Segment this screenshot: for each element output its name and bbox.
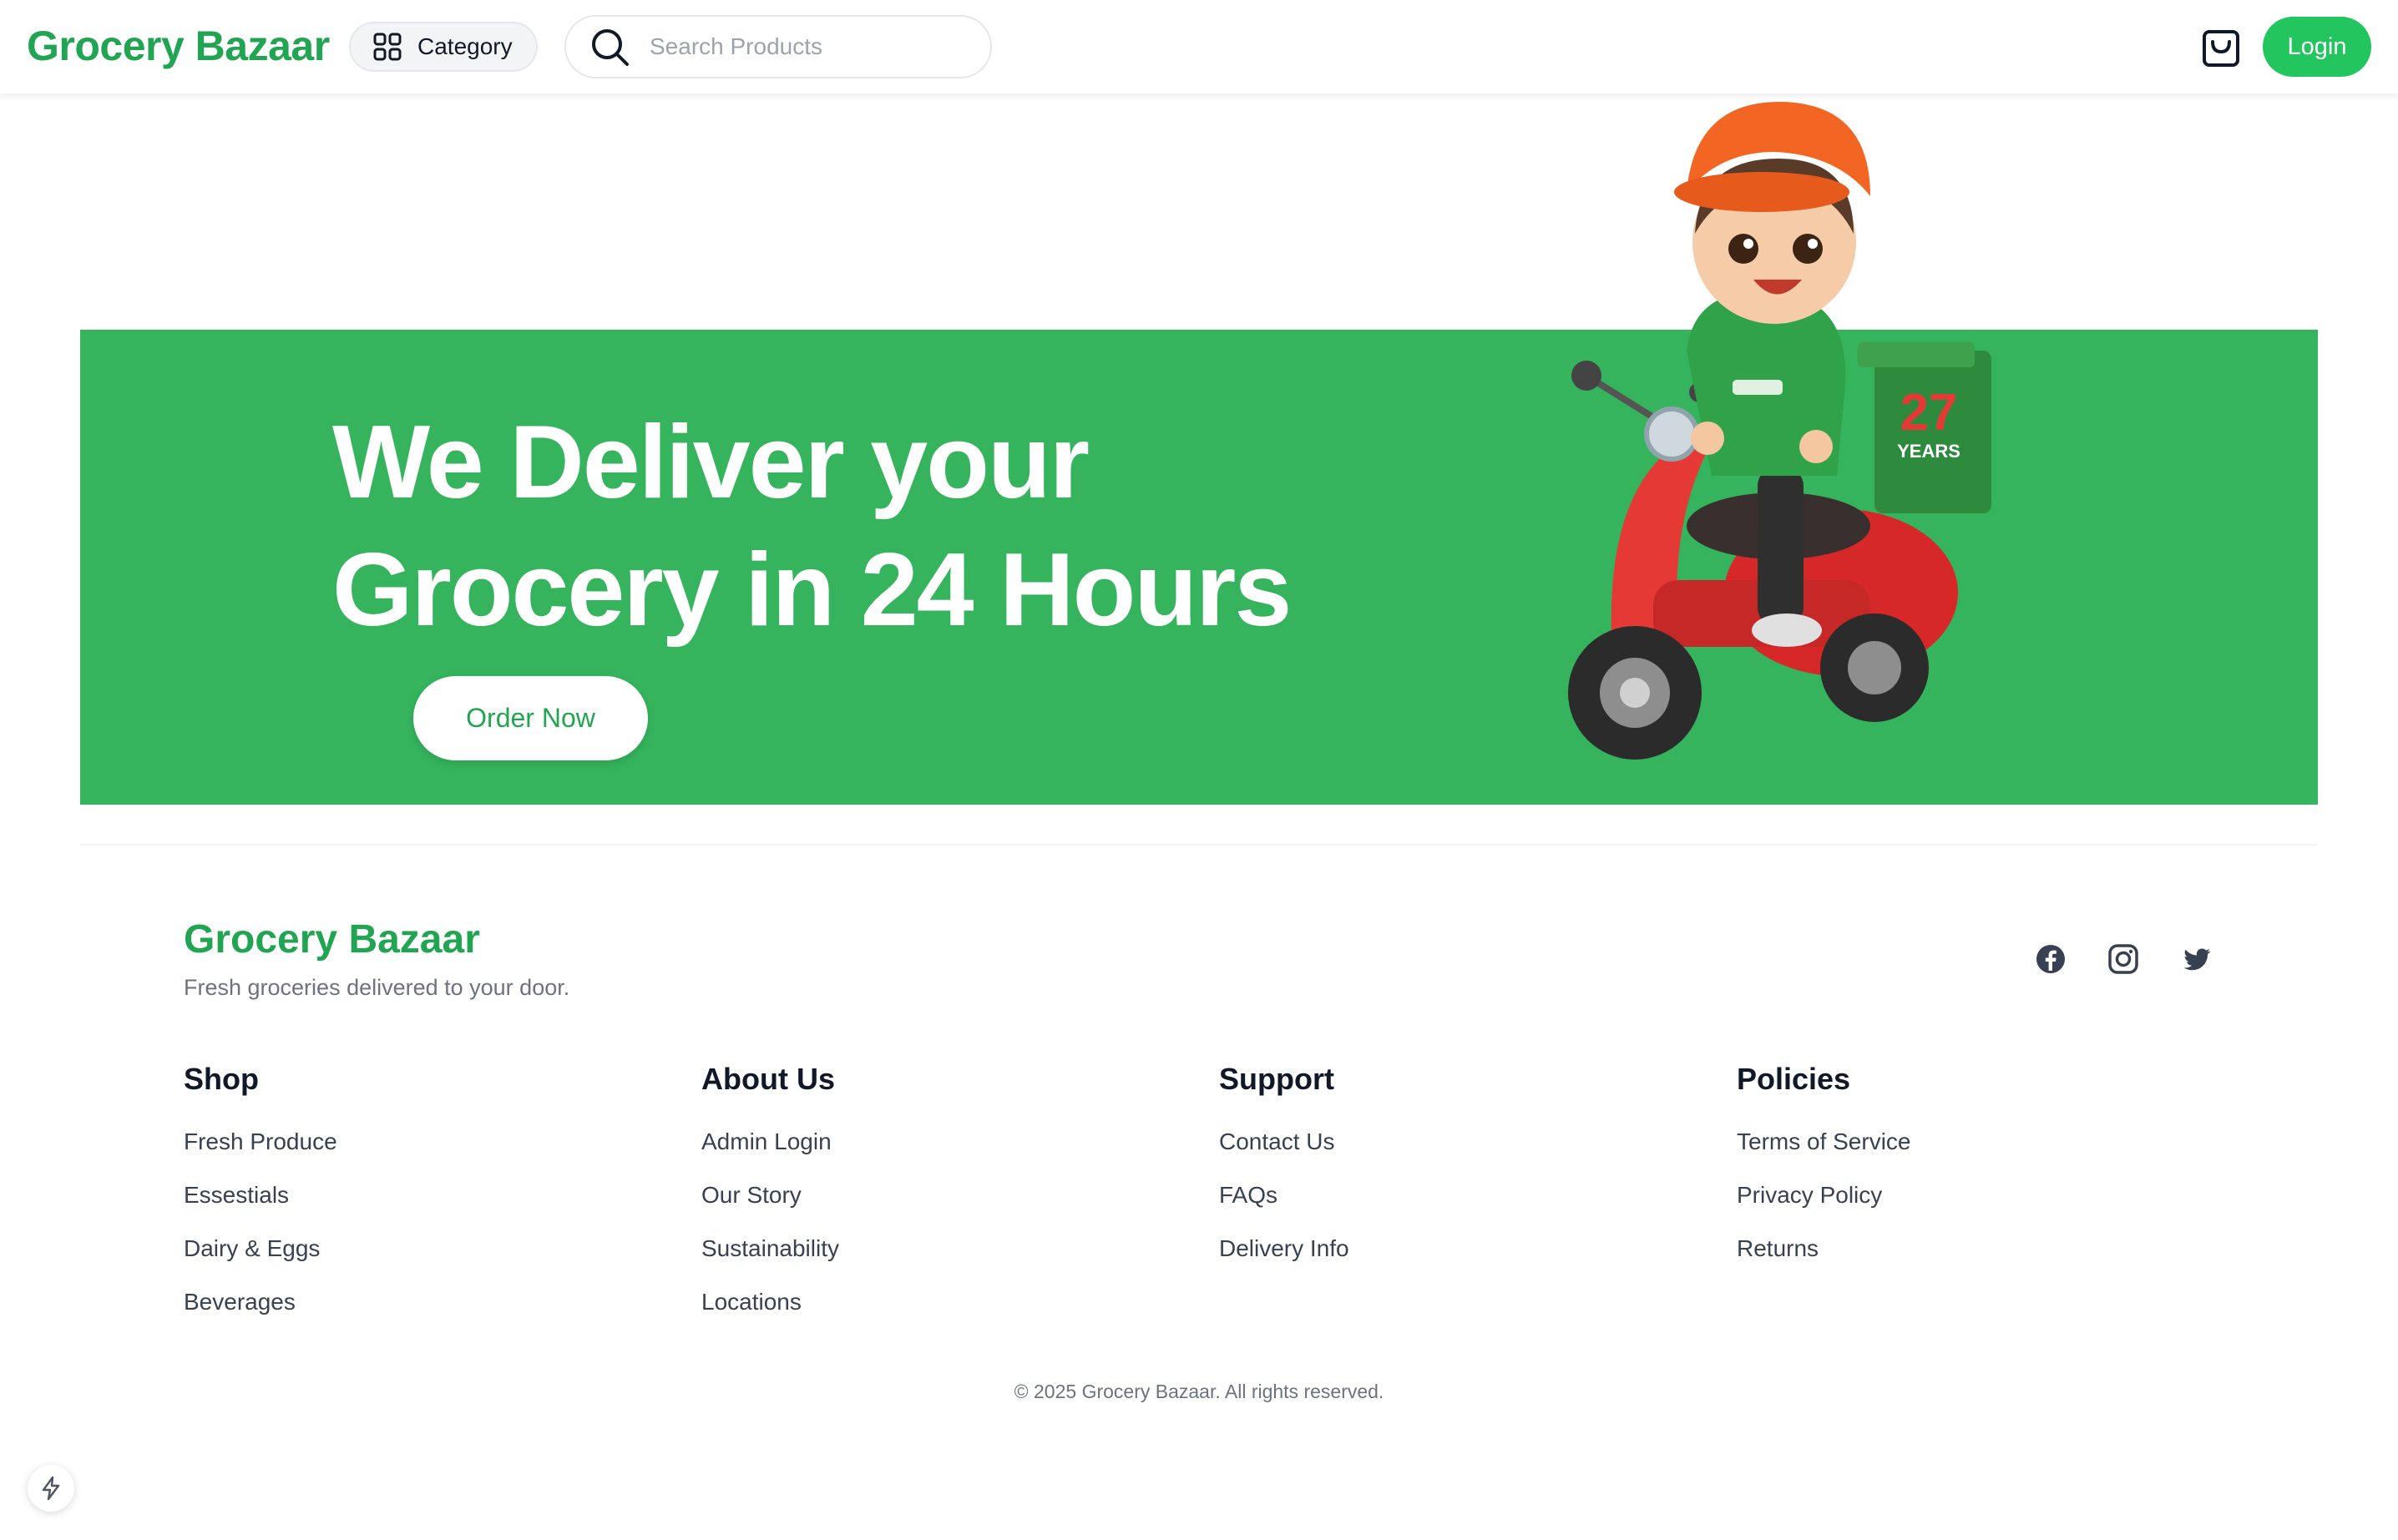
footer-link[interactable]: Beverages bbox=[184, 1289, 337, 1342]
hero-title-line-2: Grocery in 24 Hours bbox=[332, 533, 1292, 648]
footer-column-title: Support bbox=[1219, 1062, 1334, 1096]
copyright-text: © 2025 Grocery Bazaar. All rights reserv… bbox=[1014, 1381, 1384, 1402]
footer-link[interactable]: Delivery Info bbox=[1219, 1235, 1349, 1289]
login-button[interactable]: Login bbox=[2263, 17, 2371, 77]
footer-tagline: Fresh groceries delivered to your door. bbox=[184, 975, 570, 1000]
category-button[interactable]: Category bbox=[349, 22, 538, 72]
box-number: 27 bbox=[1900, 384, 1958, 442]
search-icon bbox=[592, 29, 629, 66]
footer-column-about: About Us Admin Login Our Story Sustainab… bbox=[701, 1062, 839, 1342]
grid-icon bbox=[373, 33, 402, 61]
footer-link[interactable]: Our Story bbox=[701, 1182, 839, 1235]
footer-link[interactable]: Sustainability bbox=[701, 1235, 839, 1289]
footer-link[interactable]: FAQs bbox=[1219, 1182, 1349, 1235]
dev-tools-button[interactable] bbox=[28, 1465, 74, 1512]
footer-link[interactable]: Contact Us bbox=[1219, 1128, 1349, 1182]
lightning-icon bbox=[42, 1476, 60, 1501]
delivery-box: 27 YEARS bbox=[1858, 342, 1991, 513]
footer-brand[interactable]: Grocery Bazaar bbox=[184, 916, 480, 962]
footer-link[interactable]: Dairy & Eggs bbox=[184, 1235, 337, 1289]
footer-column-title: Shop bbox=[184, 1062, 259, 1096]
footer-link[interactable]: Admin Login bbox=[701, 1128, 839, 1182]
footer-link[interactable]: Privacy Policy bbox=[1737, 1182, 1911, 1235]
site-header: Grocery Bazaar Category Login bbox=[0, 0, 2398, 93]
delivery-rider-illustration: 27 YEARS bbox=[1568, 101, 1991, 760]
footer-link[interactable]: Locations bbox=[701, 1289, 839, 1342]
search-input[interactable] bbox=[648, 33, 969, 61]
category-label: Category bbox=[417, 33, 513, 59]
footer-column-title: Policies bbox=[1737, 1062, 1851, 1096]
footer-link[interactable]: Fresh Produce bbox=[184, 1128, 337, 1182]
hero-title: We Deliver your Grocery in 24 Hours bbox=[332, 399, 1418, 654]
footer-link[interactable]: Essestials bbox=[184, 1182, 337, 1235]
search-bar[interactable] bbox=[564, 15, 992, 78]
footer-link[interactable]: Terms of Service bbox=[1737, 1128, 1911, 1182]
footer-column-policies: Policies Terms of Service Privacy Policy… bbox=[1737, 1062, 1911, 1289]
shopping-bag-icon[interactable] bbox=[2201, 25, 2241, 68]
footer-column-shop: Shop Fresh Produce Essestials Dairy & Eg… bbox=[184, 1062, 337, 1342]
hero-title-line-1: We Deliver your bbox=[332, 405, 1090, 520]
footer-link[interactable]: Returns bbox=[1737, 1235, 1911, 1289]
box-text: YEARS bbox=[1897, 441, 1960, 462]
twitter-icon[interactable] bbox=[2180, 942, 2213, 976]
facebook-icon[interactable] bbox=[2034, 942, 2067, 976]
footer-column-title: About Us bbox=[701, 1062, 835, 1096]
section-divider bbox=[80, 844, 2318, 846]
instagram-icon[interactable] bbox=[2107, 942, 2140, 976]
brand-logo[interactable]: Grocery Bazaar bbox=[27, 22, 330, 70]
order-now-button[interactable]: Order Now bbox=[413, 676, 648, 760]
footer-column-support: Support Contact Us FAQs Delivery Info bbox=[1219, 1062, 1349, 1289]
